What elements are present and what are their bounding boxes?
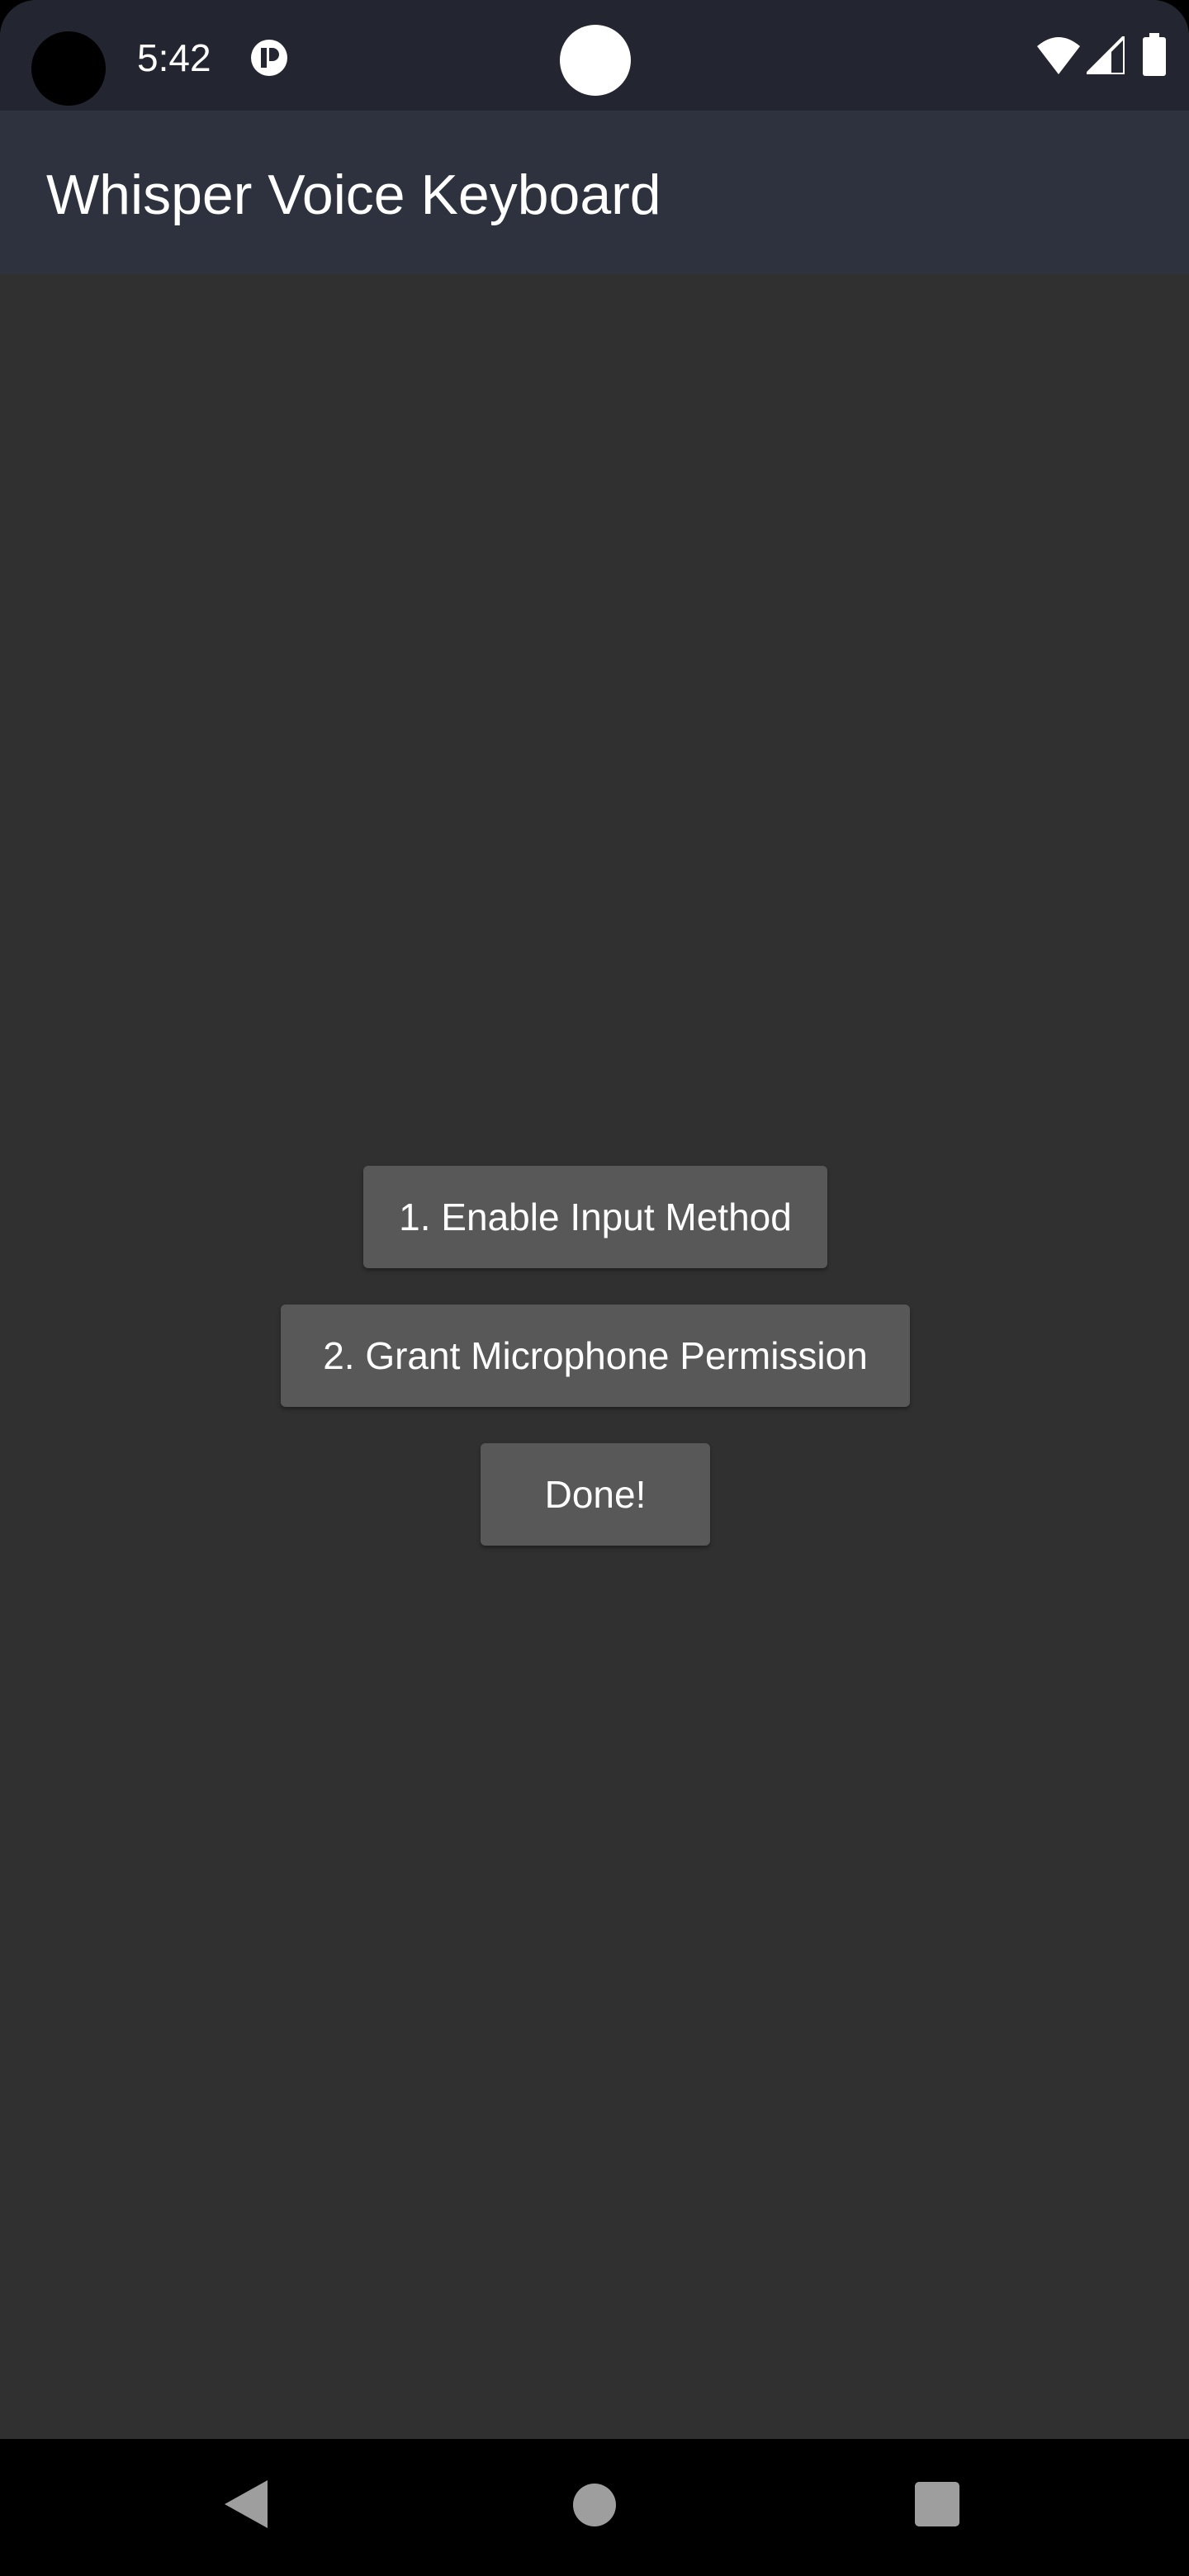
phone-screen: 5:42 Whisper Voice Keyboard 1. Enable In…	[0, 0, 1189, 2576]
done-button[interactable]: Done!	[481, 1443, 710, 1546]
status-time: 5:42	[137, 36, 211, 79]
app-notification-icon	[251, 40, 287, 76]
wifi-icon	[1037, 37, 1080, 74]
battery-icon	[1143, 33, 1166, 76]
enable-input-method-button[interactable]: 1. Enable Input Method	[363, 1166, 827, 1268]
back-icon[interactable]	[223, 2479, 269, 2530]
status-bar: 5:42	[0, 0, 1189, 111]
grant-microphone-permission-button[interactable]: 2. Grant Microphone Permission	[281, 1305, 910, 1407]
app-title: Whisper Voice Keyboard	[46, 163, 661, 226]
app-bar: Whisper Voice Keyboard	[0, 111, 1189, 274]
cellular-signal-icon	[1087, 36, 1125, 74]
center-indicator-dot	[560, 25, 631, 96]
navigation-bar	[0, 2439, 1189, 2576]
front-camera-cutout	[31, 31, 106, 106]
home-icon[interactable]	[573, 2484, 616, 2526]
recents-icon[interactable]	[915, 2482, 959, 2526]
